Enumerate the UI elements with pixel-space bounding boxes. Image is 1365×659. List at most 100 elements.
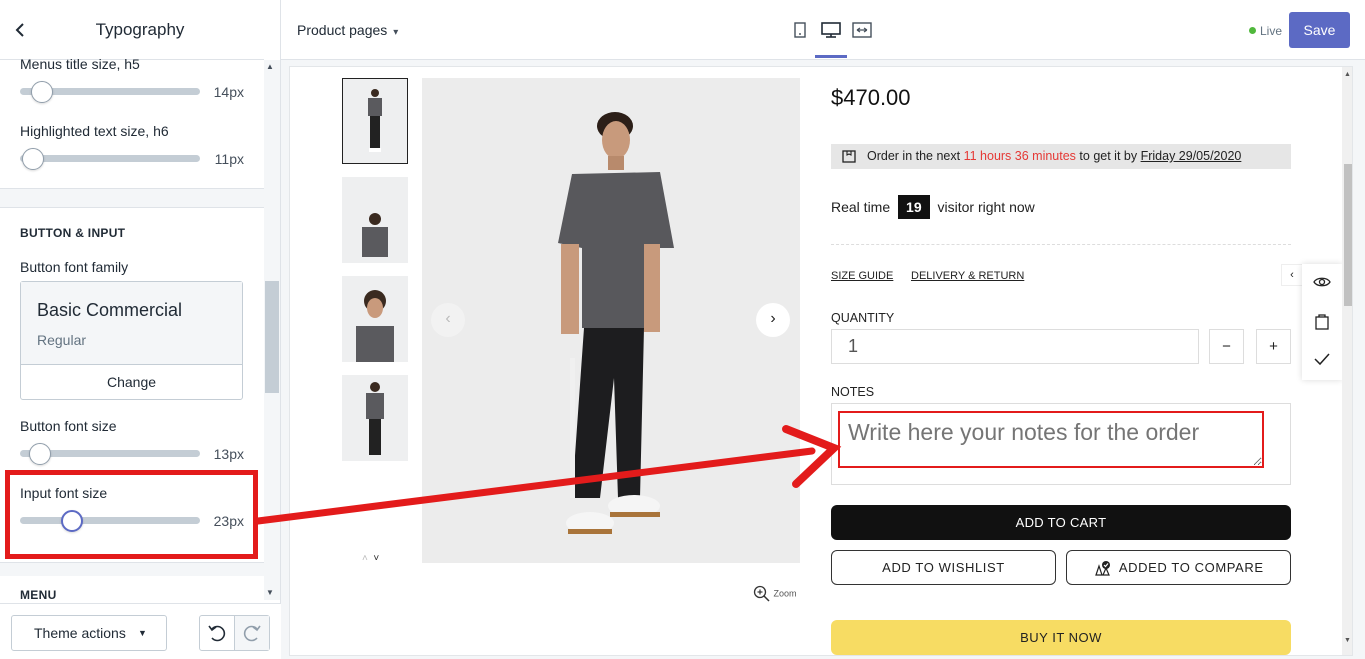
preview-scrollbar-thumb[interactable] xyxy=(1344,164,1352,306)
product-thumbnail[interactable] xyxy=(342,177,408,263)
live-status-label: Live xyxy=(1260,24,1283,38)
delivery-return-link[interactable]: DELIVERY & RETURN xyxy=(911,270,1024,282)
redo-button[interactable] xyxy=(235,616,269,650)
font-picker-card: Basic Commercial Regular Change xyxy=(20,281,243,400)
eye-icon[interactable] xyxy=(1313,273,1331,291)
product-thumbnail[interactable] xyxy=(342,78,408,164)
preview-area: ˄ ˅ ‹ › Zoom $470.00 Order in the next 1… xyxy=(281,60,1365,659)
page-selector[interactable]: Product pages ▾ xyxy=(297,22,398,38)
chevron-right-icon: › xyxy=(770,310,776,327)
product-thumbnail[interactable] xyxy=(342,276,408,362)
add-to-wishlist-button[interactable]: ADD TO WISHLIST xyxy=(831,550,1056,585)
notes-textarea[interactable] xyxy=(838,411,1264,468)
menus-title-size-value: 14px xyxy=(213,84,244,100)
highlighted-text-size-label: Highlighted text size, h6 xyxy=(20,123,169,139)
product-thumbnail[interactable] xyxy=(342,375,408,461)
product-photo xyxy=(366,382,384,455)
highlighted-text-size-slider[interactable] xyxy=(20,148,200,170)
quantity-decrease-button[interactable]: − xyxy=(1209,329,1244,364)
order-countdown-bar: Order in the next 11 hours 36 minutes to… xyxy=(831,144,1291,169)
font-name: Basic Commercial xyxy=(37,300,183,320)
page-selector-label: Product pages xyxy=(297,22,388,38)
slider-track xyxy=(20,155,200,162)
next-image-button[interactable]: › xyxy=(756,303,790,337)
quantity-increase-button[interactable]: + xyxy=(1256,329,1291,364)
order-prefix: Order in the next xyxy=(867,149,961,163)
quantity-label: QUANTITY xyxy=(831,311,895,325)
button-font-family-label: Button font family xyxy=(20,259,129,275)
sidebar-header: Typography xyxy=(0,0,264,60)
slider-thumb[interactable] xyxy=(30,81,53,103)
add-to-cart-button[interactable]: ADD TO CART xyxy=(831,505,1291,540)
product-price: $470.00 xyxy=(831,85,911,110)
undo-redo-group xyxy=(199,615,270,651)
scroll-down-icon[interactable]: ▼ xyxy=(266,588,274,597)
theme-editor: Typography Menus title size, h5 14px Hig… xyxy=(0,0,1365,659)
shopping-bag-icon[interactable] xyxy=(1313,312,1331,330)
added-to-compare-button[interactable]: ADDED TO COMPARE xyxy=(1066,550,1291,585)
checkmark-icon[interactable] xyxy=(1313,350,1331,368)
divider xyxy=(831,244,1291,245)
button-font-size-slider[interactable] xyxy=(20,443,200,465)
quantity-input[interactable]: 1 xyxy=(831,329,1199,364)
save-button[interactable]: Save xyxy=(1289,12,1350,48)
editor-topbar: Product pages ▾ Live Save xyxy=(281,0,1365,60)
menus-title-size-label: Menus title size, h5 xyxy=(20,56,140,72)
sidebar: Typography Menus title size, h5 14px Hig… xyxy=(0,0,281,659)
menus-title-size-slider[interactable] xyxy=(20,81,200,103)
scroll-down-icon[interactable]: ▼ xyxy=(1344,637,1351,644)
change-font-button[interactable]: Change xyxy=(21,365,242,399)
product-photo xyxy=(368,89,382,152)
button-font-size-label: Button font size xyxy=(20,418,117,434)
product-main-image[interactable] xyxy=(422,78,800,563)
desktop-view-icon[interactable] xyxy=(820,20,842,40)
product-photo xyxy=(356,290,394,362)
undo-icon xyxy=(208,625,226,642)
sidebar-footer: Theme actions ▼ xyxy=(0,603,281,659)
button-input-section-title: BUTTON & INPUT xyxy=(20,226,126,240)
product-photo xyxy=(558,112,674,534)
realtime-visitors: Real time 19 visitor right now xyxy=(831,195,1035,219)
chevron-left-icon: ‹ xyxy=(445,310,451,327)
size-guide-link[interactable]: SIZE GUIDE xyxy=(831,270,893,282)
theme-actions-label: Theme actions xyxy=(34,625,126,641)
notes-label: NOTES xyxy=(831,385,875,399)
mobile-view-icon[interactable] xyxy=(789,20,811,40)
sidebar-scrollbar-thumb[interactable] xyxy=(265,281,279,393)
highlighted-text-size-value: 11px xyxy=(214,151,244,167)
package-icon xyxy=(842,150,856,163)
font-style: Regular xyxy=(37,332,87,348)
visitor-count: 19 xyxy=(898,195,930,219)
full-width-view-icon[interactable] xyxy=(851,20,873,40)
thumbnail-nav[interactable]: ˄ ˅ xyxy=(362,553,379,564)
sidebar-title: Typography xyxy=(95,20,185,39)
slider-thumb[interactable] xyxy=(21,148,44,170)
chevron-left-icon[interactable]: ‹ xyxy=(1281,264,1302,286)
scroll-up-icon[interactable]: ▲ xyxy=(266,62,274,71)
annotation-highlight-box xyxy=(5,470,258,559)
realtime-suffix: visitor right now xyxy=(937,199,1035,215)
preview-scrollbar[interactable]: ▲ ▼ xyxy=(1342,67,1352,655)
quick-actions-panel xyxy=(1302,264,1342,380)
realtime-prefix: Real time xyxy=(831,199,891,215)
storefront-preview: ˄ ˅ ‹ › Zoom $470.00 Order in the next 1… xyxy=(289,66,1353,656)
section-divider xyxy=(0,562,264,576)
scroll-up-icon[interactable]: ▲ xyxy=(1344,71,1351,78)
undo-button[interactable] xyxy=(200,616,235,650)
zoom-icon xyxy=(753,585,770,602)
caret-down-icon: ▼ xyxy=(138,628,147,638)
slider-thumb[interactable] xyxy=(28,443,51,465)
redo-icon xyxy=(243,625,261,642)
previous-image-button[interactable]: ‹ xyxy=(431,303,465,337)
compare-check-icon xyxy=(1095,560,1111,576)
section-divider xyxy=(0,188,264,208)
order-countdown: 11 hours 36 minutes xyxy=(963,149,1076,163)
active-device-indicator xyxy=(815,55,847,58)
delivery-date: Friday 29/05/2020 xyxy=(1140,149,1242,163)
buy-it-now-button[interactable]: BUY IT NOW xyxy=(831,620,1291,655)
theme-actions-button[interactable]: Theme actions ▼ xyxy=(11,615,167,651)
chevron-up-icon[interactable]: ˄ xyxy=(362,553,368,564)
zoom-control[interactable]: Zoom xyxy=(753,585,797,603)
chevron-down-icon[interactable]: ˅ xyxy=(373,553,379,564)
live-status-dot xyxy=(1249,27,1256,34)
